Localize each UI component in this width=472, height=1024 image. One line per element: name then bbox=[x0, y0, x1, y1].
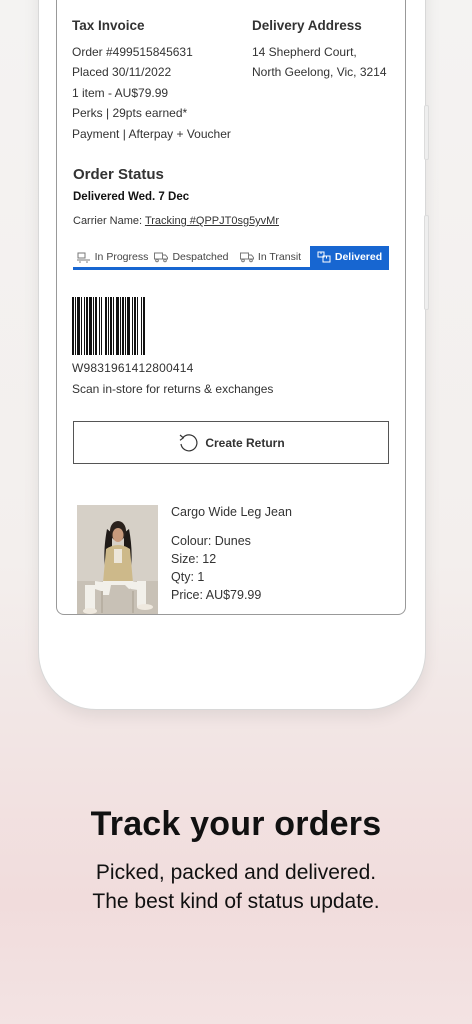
status-step-label: Delivered bbox=[334, 250, 383, 263]
promo-subline: Picked, packed and delivered. The best k… bbox=[0, 858, 472, 916]
status-step-in-progress: In Progress bbox=[73, 246, 152, 267]
address-line-2: North Geelong, Vic, 3214 bbox=[252, 65, 387, 79]
address-line-1: 14 Shepherd Court, bbox=[252, 44, 357, 59]
tax-invoice-section: Tax Invoice Order #499515845631 Placed 3… bbox=[72, 16, 231, 144]
product-photo bbox=[77, 505, 158, 614]
scan-instruction: Scan in-store for returns & exchanges bbox=[72, 382, 274, 396]
order-barcode bbox=[72, 297, 145, 355]
product-size: Size: 12 bbox=[171, 552, 217, 566]
product-price: Price: AU$79.99 bbox=[171, 588, 262, 602]
barcode-number: W9831961412800414 bbox=[72, 361, 194, 375]
return-arrow-icon bbox=[179, 433, 198, 451]
carrier-label: Carrier Name: bbox=[73, 215, 145, 227]
product-name[interactable]: Cargo Wide Leg Jean bbox=[171, 505, 292, 519]
status-step-label: Despatched bbox=[172, 250, 229, 263]
status-step-label: In Progress bbox=[94, 250, 149, 263]
create-return-label: Create Return bbox=[205, 435, 285, 450]
conveyor-icon bbox=[76, 252, 90, 263]
product-colour: Colour: Dunes bbox=[171, 534, 251, 548]
tracking-link[interactable]: Tracking #QPPJT0sg5yvMr bbox=[145, 215, 279, 227]
order-item-count: 1 item - AU$79.99 bbox=[72, 85, 169, 100]
delivered-box-icon bbox=[317, 251, 331, 262]
create-return-button[interactable]: Create Return bbox=[73, 421, 389, 464]
phone-side-button bbox=[424, 105, 429, 160]
promo-line-2: The best kind of status update. bbox=[92, 890, 380, 913]
truck-icon bbox=[239, 252, 254, 262]
product-qty: Qty: 1 bbox=[171, 570, 205, 584]
truck-icon bbox=[154, 252, 169, 262]
order-status-subtitle: Delivered Wed. 7 Dec bbox=[73, 191, 190, 203]
order-number: Order #499515845631 bbox=[72, 44, 193, 59]
order-details-screen: Tax Invoice Order #499515845631 Placed 3… bbox=[56, 0, 406, 615]
status-tracker: In Progress Despatched In Transit Delive… bbox=[73, 246, 389, 270]
delivery-address-section: Delivery Address 14 Shepherd Court, Nort… bbox=[252, 16, 387, 83]
product-details: Colour: Dunes Size: 12 Qty: 1 Price: AU$… bbox=[171, 532, 261, 604]
order-placed-date: Placed 30/11/2022 bbox=[72, 65, 172, 79]
carrier-info: Carrier Name: Tracking #QPPJT0sg5yvMr bbox=[73, 215, 279, 227]
tax-invoice-title: Tax Invoice bbox=[72, 18, 145, 33]
phone-side-button bbox=[424, 215, 429, 310]
status-step-label: In Transit bbox=[257, 250, 302, 263]
promo-headline: Track your orders bbox=[90, 805, 382, 843]
order-perks: Perks | 29pts earned* bbox=[72, 106, 188, 120]
status-step-delivered: Delivered bbox=[310, 246, 389, 267]
promo-line-1: Picked, packed and delivered. bbox=[95, 861, 377, 884]
product-image[interactable] bbox=[77, 505, 158, 614]
order-payment: Payment | Afterpay + Voucher bbox=[72, 126, 231, 141]
order-status-title: Order Status bbox=[73, 166, 164, 183]
status-step-in-transit: In Transit bbox=[231, 246, 310, 267]
status-step-despatched: Despatched bbox=[152, 246, 231, 267]
delivery-address-title: Delivery Address bbox=[252, 18, 362, 33]
